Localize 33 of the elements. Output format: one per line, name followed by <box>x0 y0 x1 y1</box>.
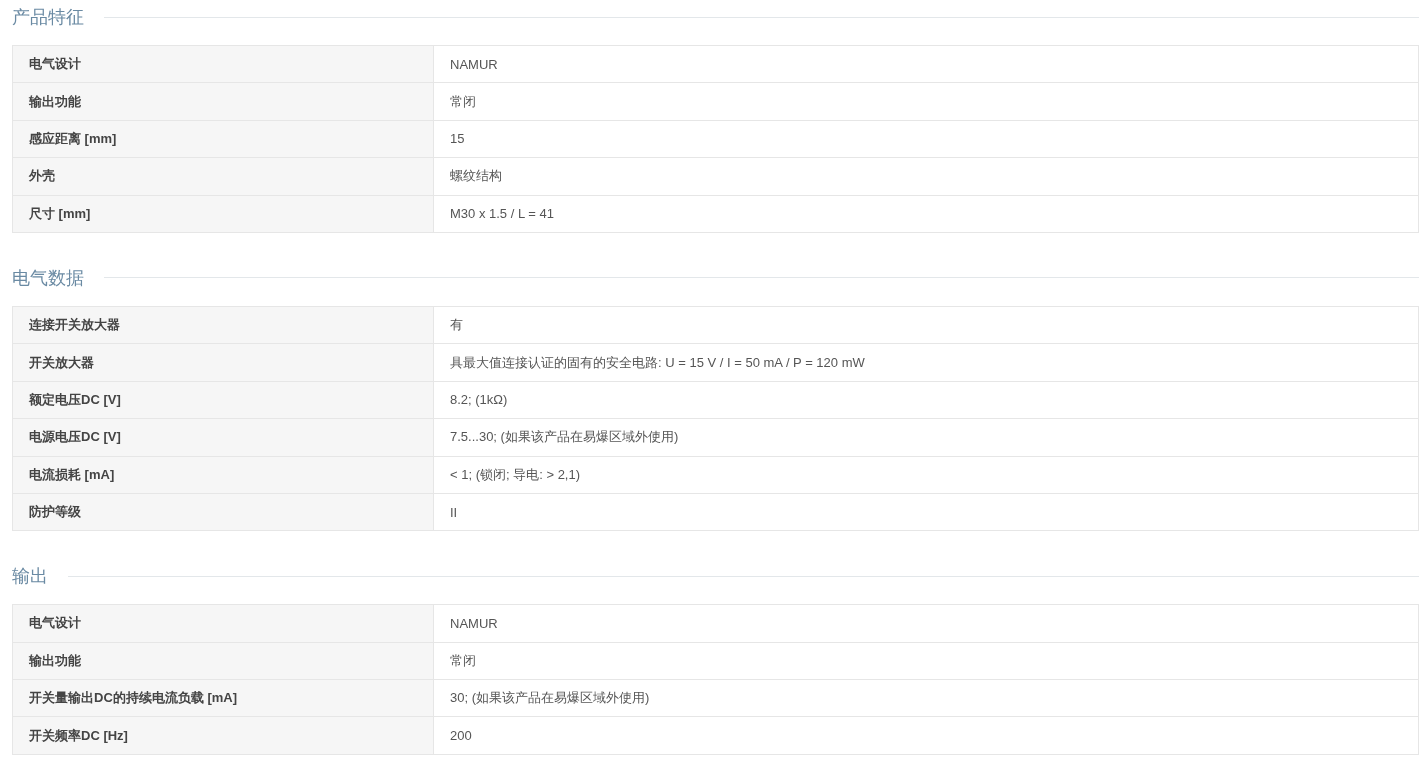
spec-label: 输出功能 <box>13 642 434 680</box>
spec-value: 7.5...30; (如果该产品在易爆区域外使用) <box>449 428 680 447</box>
spec-label: 感应距离 [mm] <box>13 120 434 158</box>
spec-value: 具最大值连接认证的固有的安全电路: U = 15 V / I = 50 mA / P = 120 mW <box>449 353 866 372</box>
spec-value: 15 <box>449 130 466 149</box>
spec-label: 连接开关放大器 <box>13 306 434 344</box>
spec-value: 30; (如果该产品在易爆区域外使用) <box>449 689 651 708</box>
spec-value: < 1; (锁闭; 导电: > 2,1) <box>449 465 582 484</box>
spec-label: 电源电压DC [V] <box>13 419 434 456</box>
spec-label: 电流损耗 [mA] <box>13 456 434 493</box>
spec-label: 尺寸 [mm] <box>13 195 434 232</box>
section-title: 产品特征 <box>12 6 84 29</box>
spec-label: 额定电压DC [V] <box>13 381 434 419</box>
spec-value: II <box>449 503 459 522</box>
spec-value: 螺纹结构 <box>449 167 503 186</box>
spec-value: NAMUR <box>449 55 499 74</box>
spec-label: 开关量输出DC的持续电流负载 [mA] <box>13 680 434 717</box>
spec-label: 电气设计 <box>13 605 434 642</box>
spec-label: 开关频率DC [Hz] <box>13 717 434 754</box>
section-title: 输出 <box>12 565 48 589</box>
spec-label: 开关放大器 <box>13 344 434 381</box>
spec-value: 8.2; (1kΩ) <box>449 391 509 410</box>
spec-value: 常闭 <box>449 92 477 111</box>
spec-label: 电气设计 <box>13 46 434 83</box>
spec-value: M30 x 1.5 / L = 41 <box>449 205 555 224</box>
spec-label: 防护等级 <box>13 493 434 531</box>
spec-value: 有 <box>449 316 464 335</box>
spec-label: 外壳 <box>13 158 434 195</box>
spec-value: NAMUR <box>449 615 499 633</box>
spec-value: 200 <box>449 727 473 746</box>
section-title: 电气数据 <box>12 266 84 290</box>
spec-value: 常闭 <box>449 651 477 670</box>
spec-label: 输出功能 <box>13 83 434 120</box>
